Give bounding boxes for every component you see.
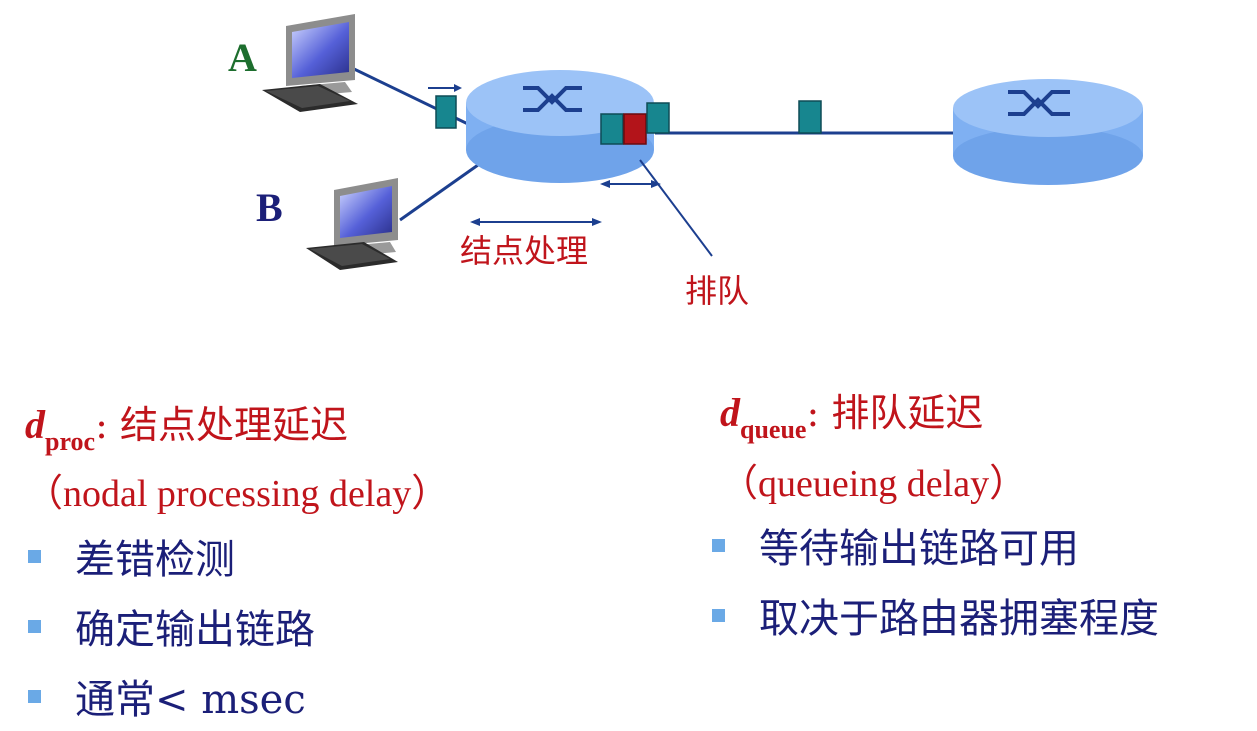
delay-symbol: d xyxy=(720,390,740,435)
arrow-right-icon xyxy=(428,84,462,92)
queueing-delay-english: （queueing delay） xyxy=(720,463,1028,505)
list-item: 取决于路由器拥塞程度 xyxy=(712,580,1159,650)
delay-title: : 结点处理延迟 xyxy=(95,403,348,447)
router-2-icon xyxy=(953,79,1143,185)
queue-arrow-icon xyxy=(600,180,661,188)
processing-bullet-list: 差错检测 确定输出链路 通常< msec xyxy=(28,521,315,731)
delay-subscript: proc xyxy=(45,427,96,456)
bullet-icon xyxy=(28,689,41,703)
bullet-icon xyxy=(712,608,725,622)
queue-pointer-icon xyxy=(639,159,713,257)
processing-delay-heading: dproc: 结点处理延迟 xyxy=(25,394,348,456)
in-flight-packet xyxy=(798,100,822,134)
queued-packet-red xyxy=(623,113,647,145)
queueing-delay-heading: dqueue: 排队延迟 xyxy=(720,382,984,444)
list-item: 通常< msec xyxy=(28,661,315,731)
link-b-router xyxy=(399,163,479,222)
bullet-icon xyxy=(712,538,725,552)
processing-arrow-icon xyxy=(470,218,602,226)
queue-label: 排队 xyxy=(685,272,750,310)
bullet-icon xyxy=(28,619,41,633)
list-item: 确定输出链路 xyxy=(28,591,315,661)
bullet-text: 取决于路由器拥塞程度 xyxy=(759,596,1159,642)
delay-title: : 排队延迟 xyxy=(806,391,984,435)
bullet-icon xyxy=(28,549,41,563)
bullet-text: 通常< msec xyxy=(75,677,306,723)
computer-a-icon xyxy=(262,14,358,112)
delay-symbol: d xyxy=(25,402,45,447)
network-diagram xyxy=(262,14,1143,270)
delay-subscript: queue xyxy=(740,415,807,444)
bullet-text: 确定输出链路 xyxy=(75,607,315,653)
arriving-packet xyxy=(435,95,457,129)
host-b-label: B xyxy=(256,185,283,230)
transmitting-packet xyxy=(646,102,670,134)
processing-delay-english: （nodal processing delay） xyxy=(25,473,450,515)
host-a-label: A xyxy=(228,35,257,80)
bullet-text: 差错检测 xyxy=(75,537,235,583)
queued-packet xyxy=(600,113,624,145)
list-item: 差错检测 xyxy=(28,521,315,591)
queueing-bullet-list: 等待输出链路可用 取决于路由器拥塞程度 xyxy=(712,510,1159,650)
list-item: 等待输出链路可用 xyxy=(712,510,1159,580)
processing-label: 结点处理 xyxy=(460,232,589,270)
computer-b-icon xyxy=(306,178,398,270)
bullet-text: 等待输出链路可用 xyxy=(759,526,1079,572)
